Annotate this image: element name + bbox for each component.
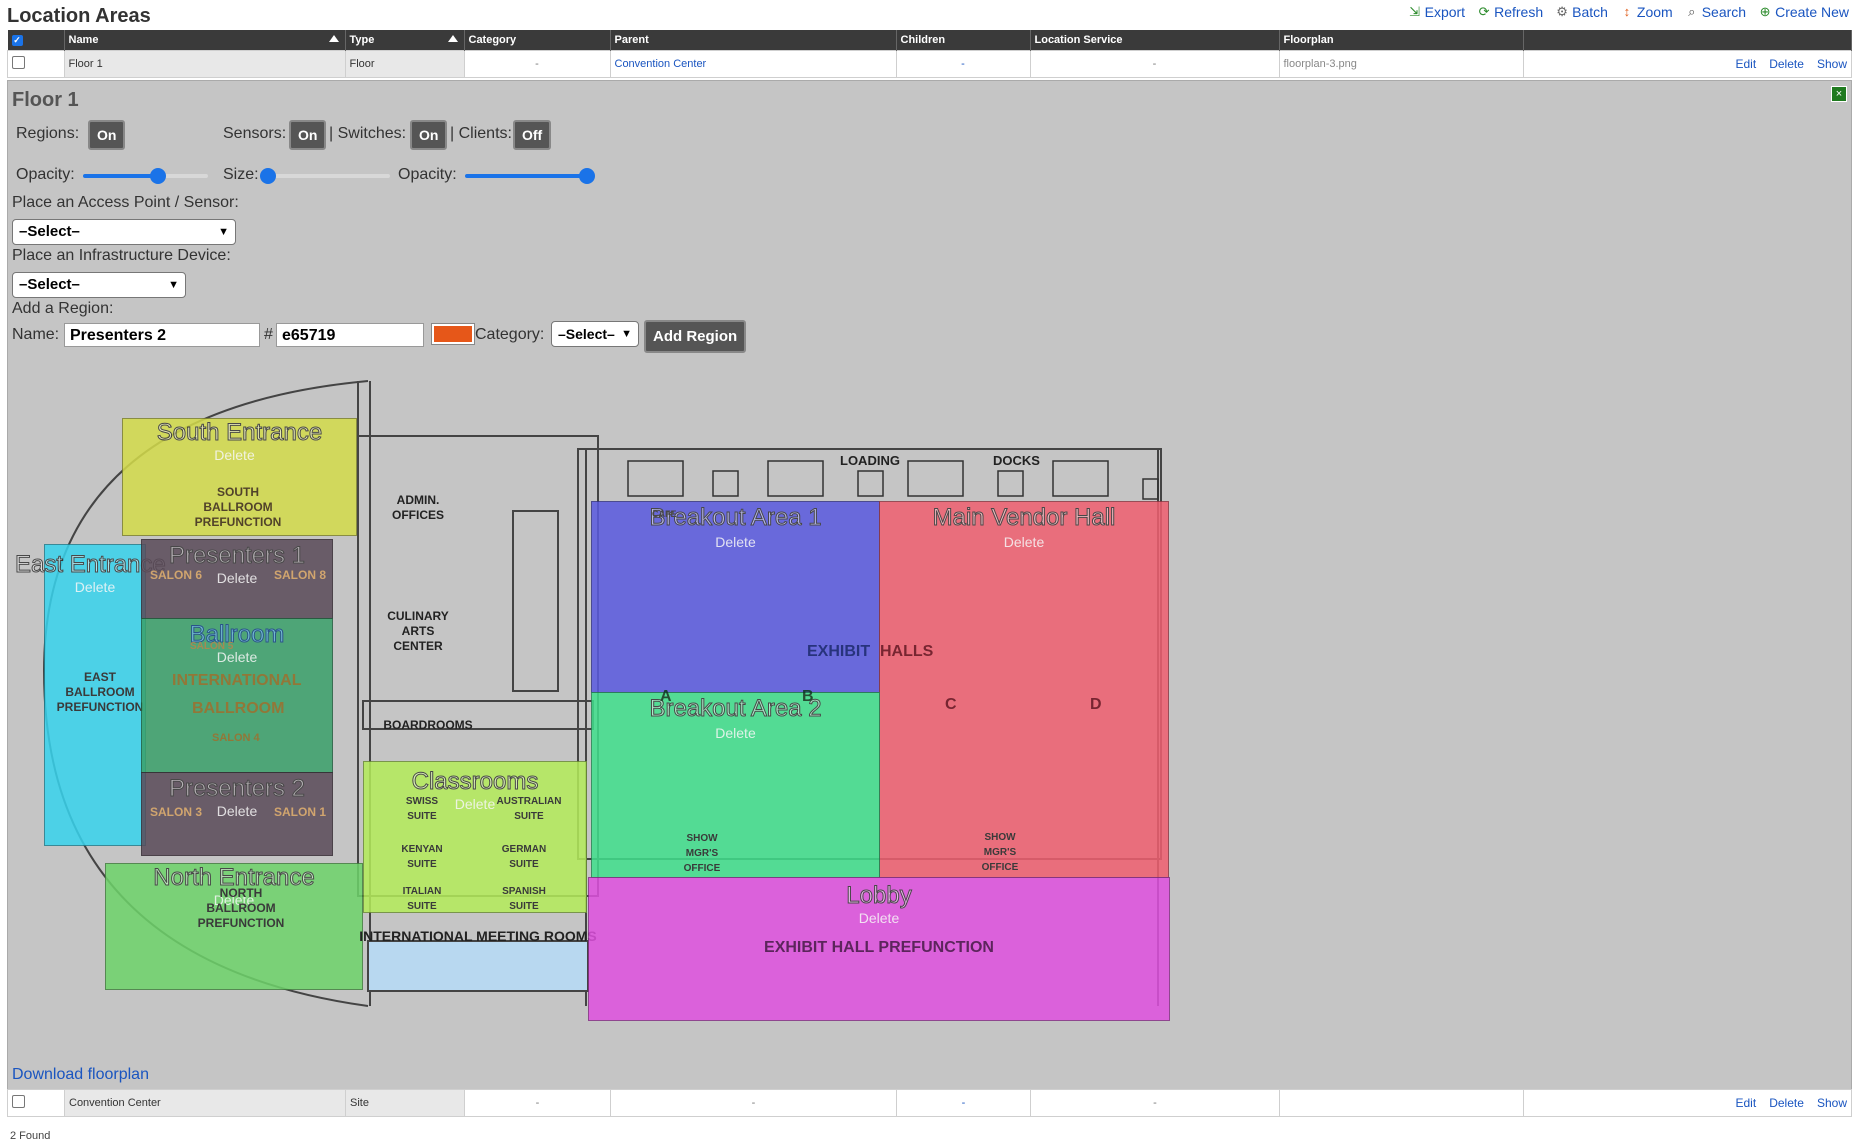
region-east-entrance[interactable]: East Entrance Delete EAST BALLROOM PREFU… xyxy=(15,544,166,846)
row-children[interactable]: - xyxy=(896,1089,1031,1117)
plus-circle-icon: ⊕ xyxy=(1759,4,1771,19)
region-ballroom[interactable]: Ballroom Delete SALON 5 INTERNATIONAL BA… xyxy=(141,618,333,773)
region-presenters-1[interactable]: Presenters 1 Delete SALON 6 SALON 8 xyxy=(141,539,333,619)
row-actions: Edit Delete Show xyxy=(1523,1089,1852,1117)
show-link[interactable]: Show xyxy=(1817,1096,1847,1110)
row-location-service: - xyxy=(1030,1089,1280,1117)
row-parent-cell: Convention Center xyxy=(609,50,897,78)
culinary-label: CULINARY ARTS CENTER xyxy=(387,609,449,653)
zoom-arrows-icon: ↕ xyxy=(1623,4,1631,19)
delete-link[interactable]: Delete xyxy=(1769,1096,1804,1110)
loading-label: LOADING xyxy=(840,453,900,468)
region-delete-link[interactable]: Delete xyxy=(592,534,879,550)
download-floorplan-link[interactable]: Download floorplan xyxy=(12,1066,149,1084)
column-actions xyxy=(1523,30,1852,51)
row-name: Convention Center xyxy=(64,1089,346,1117)
row-location-service: - xyxy=(1029,50,1280,78)
row-category: - xyxy=(463,50,611,78)
admin-offices-label: ADMIN. OFFICES xyxy=(391,493,444,522)
table-row[interactable]: Floor 1 Floor - Convention Center - - fl… xyxy=(7,50,1852,78)
region-breakout-area-1[interactable]: Breakout Area 1 Delete EXHIBIT CAFE xyxy=(591,501,880,693)
region-delete-link[interactable]: Delete xyxy=(880,534,1168,550)
create-new-button[interactable]: ⊕ Create New xyxy=(1758,4,1849,20)
location-table-row-2: Convention Center Site - - - - Edit Dele… xyxy=(7,1089,1852,1117)
region-south-entrance[interactable]: South Entrance Delete SOUTH BALLROOM PRE… xyxy=(122,418,357,536)
parent-link[interactable]: Convention Center xyxy=(615,58,707,70)
refresh-icon: ⟳ xyxy=(1478,4,1490,19)
export-icon: ⇲ xyxy=(1409,4,1421,19)
results-count: 2 Found xyxy=(10,1130,51,1142)
table-header: ✓ Name Type Category Parent Children Loc… xyxy=(7,30,1852,51)
row-floorplan xyxy=(1279,1089,1524,1117)
region-breakout-area-2[interactable]: Breakout Area 2 Delete A B SHOW MGR'S OF… xyxy=(591,689,880,878)
floor-detail-panel: × Floor 1 Regions: On Sensors: On | Swit… xyxy=(7,80,1852,1091)
region-delete-link[interactable]: Delete xyxy=(592,725,879,741)
row-type: Site xyxy=(345,1089,465,1117)
row-checkbox-cell[interactable] xyxy=(7,1089,65,1117)
select-all-header[interactable]: ✓ xyxy=(7,30,65,51)
search-button[interactable]: ⌕ Search xyxy=(1685,4,1746,20)
boardrooms-label: BOARDROOMS xyxy=(383,718,473,732)
select-all-checkbox[interactable]: ✓ xyxy=(11,35,23,46)
batch-button[interactable]: ⚙ Batch xyxy=(1555,4,1608,20)
docks-label: DOCKS xyxy=(993,453,1040,468)
region-north-entrance[interactable]: North Entrance Delete NORTH BALLROOM PRE… xyxy=(105,863,363,990)
show-link[interactable]: Show xyxy=(1817,57,1847,71)
region-main-vendor-hall[interactable]: Main Vendor Hall Delete HALLS C D SHOW M… xyxy=(879,501,1169,878)
search-icon: ⌕ xyxy=(1688,4,1696,19)
page-title: Location Areas xyxy=(7,5,151,27)
region-presenters-2[interactable]: Presenters 2 Delete SALON 3 SALON 1 xyxy=(141,772,333,856)
region-delete-link[interactable]: Delete xyxy=(142,649,332,665)
location-table: ✓ Name Type Category Parent Children Loc… xyxy=(7,30,1852,78)
table-row[interactable]: Convention Center Site - - - - Edit Dele… xyxy=(7,1089,1852,1117)
edit-link[interactable]: Edit xyxy=(1735,57,1756,71)
meeting-rooms-label: INTERNATIONAL MEETING ROOMS xyxy=(359,928,597,944)
edit-link[interactable]: Edit xyxy=(1735,1096,1756,1110)
export-button[interactable]: ⇲ Export xyxy=(1408,4,1465,20)
column-name[interactable]: Name xyxy=(64,30,346,51)
column-children[interactable]: Children xyxy=(896,30,1031,51)
region-delete-link[interactable]: Delete xyxy=(45,579,145,595)
region-delete-link[interactable]: Delete xyxy=(589,910,1169,926)
row-name: Floor 1 xyxy=(63,50,346,78)
row-actions: Edit Delete Show xyxy=(1522,50,1852,78)
region-lobby[interactable]: Lobby Delete EXHIBIT HALL PREFUNCTION xyxy=(588,877,1170,1021)
row-type: Floor xyxy=(344,50,465,78)
row-parent: - xyxy=(610,1089,897,1117)
row-floorplan: floorplan-3.png xyxy=(1278,50,1524,78)
region-classrooms[interactable]: Classrooms Delete SWISS SUITE AUSTRALIAN… xyxy=(363,761,587,913)
column-category[interactable]: Category xyxy=(464,30,611,51)
toolbar: ⇲ Export ⟳ Refresh ⚙ Batch ↕ Zoom ⌕ Search ⊕ C… xyxy=(1408,4,1849,20)
column-type[interactable]: Type xyxy=(345,30,465,51)
column-floorplan[interactable]: Floorplan xyxy=(1279,30,1524,51)
row-checkbox[interactable] xyxy=(12,56,25,69)
row-checkbox-cell[interactable] xyxy=(7,50,65,78)
row-children[interactable]: - xyxy=(895,50,1031,78)
row-category: - xyxy=(464,1089,611,1117)
delete-link[interactable]: Delete xyxy=(1769,57,1804,71)
column-location-service[interactable]: Location Service xyxy=(1030,30,1280,51)
column-parent[interactable]: Parent xyxy=(610,30,897,51)
gear-icon: ⚙ xyxy=(1556,4,1568,19)
sort-asc-icon[interactable] xyxy=(447,35,458,42)
zoom-button[interactable]: ↕ Zoom xyxy=(1620,4,1673,20)
region-delete-link[interactable]: Delete xyxy=(113,447,356,463)
sort-asc-icon[interactable] xyxy=(328,35,339,42)
refresh-button[interactable]: ⟳ Refresh xyxy=(1477,4,1543,20)
row-checkbox[interactable] xyxy=(12,1095,25,1108)
